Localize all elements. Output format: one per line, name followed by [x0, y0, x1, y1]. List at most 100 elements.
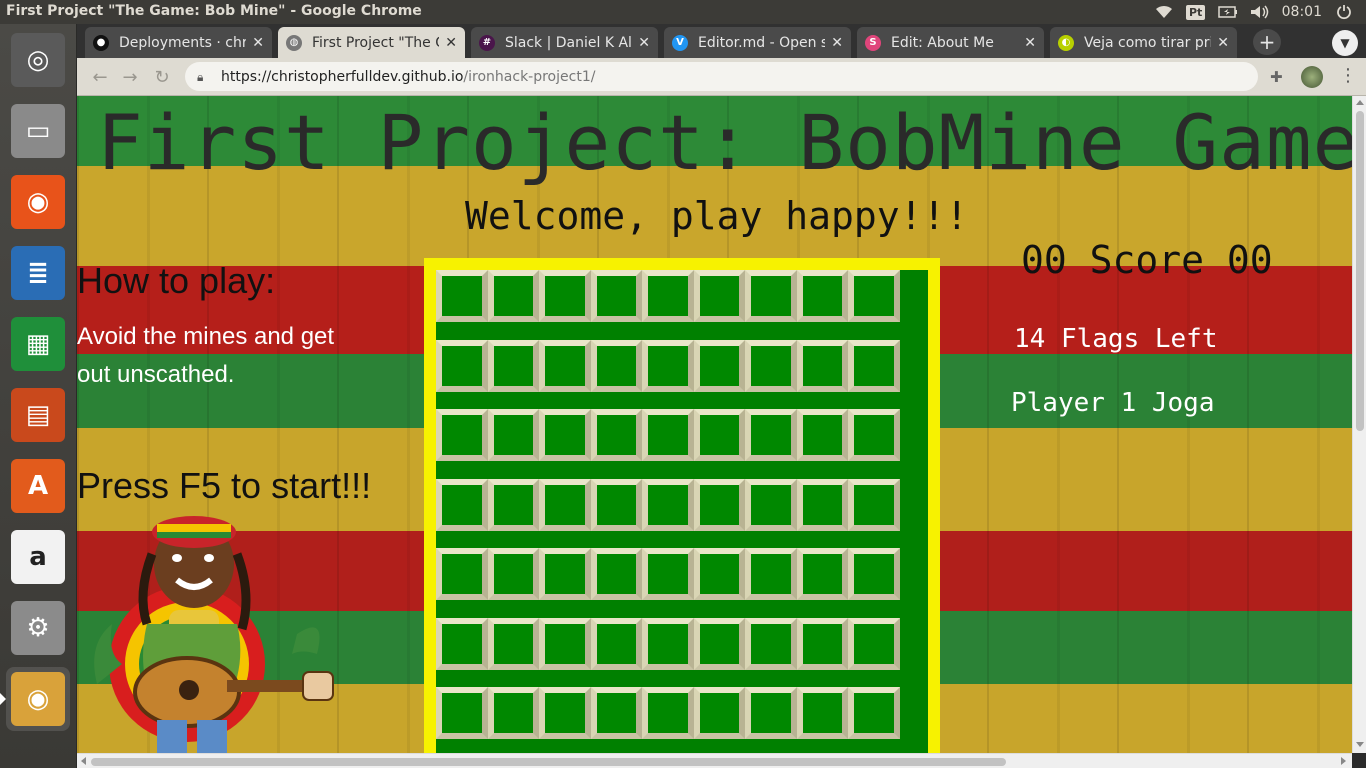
board-cell[interactable] [590, 478, 642, 531]
scroll-right-arrow-icon[interactable] [1341, 757, 1346, 765]
board-cell[interactable] [796, 617, 848, 670]
horizontal-scrollbar[interactable] [77, 753, 1352, 768]
scroll-down-arrow-icon[interactable] [1356, 742, 1364, 747]
profile-avatar[interactable] [1301, 66, 1323, 88]
board-cell[interactable] [745, 548, 797, 600]
board-cell[interactable] [745, 478, 797, 531]
keyboard-layout-indicator[interactable]: Pt [1185, 4, 1206, 20]
board-cell[interactable] [436, 339, 488, 392]
launcher-libreoffice-writer[interactable]: ≣ [6, 241, 70, 305]
board-cell[interactable] [745, 270, 797, 322]
board-cell[interactable] [796, 548, 848, 600]
board-cell[interactable] [436, 687, 488, 739]
reload-icon[interactable]: ↻ [151, 66, 173, 88]
back-arrow-icon[interactable]: ← [89, 66, 111, 88]
board-cell[interactable] [848, 339, 900, 392]
lock-icon[interactable]: 🔒︎ [197, 70, 209, 84]
launcher-amazon[interactable]: a [6, 525, 70, 589]
board-cell[interactable] [796, 270, 848, 322]
board-cell[interactable] [487, 409, 539, 461]
board-cell[interactable] [796, 687, 848, 739]
vertical-scrollbar[interactable] [1352, 96, 1366, 753]
board-cell[interactable] [693, 409, 745, 461]
board-cell[interactable] [642, 687, 694, 739]
battery-icon[interactable] [1217, 4, 1238, 20]
board-cell[interactable] [436, 478, 488, 531]
board-cell[interactable] [539, 548, 591, 600]
tab-close-icon[interactable]: ✕ [638, 35, 650, 51]
scroll-up-arrow-icon[interactable] [1356, 100, 1364, 105]
board-cell[interactable] [539, 617, 591, 670]
board-cell[interactable] [487, 548, 539, 600]
board-cell[interactable] [796, 409, 848, 461]
wifi-icon[interactable] [1154, 4, 1174, 20]
browser-tab[interactable]: S Edit: About Me ✕ [857, 27, 1044, 58]
board-cell[interactable] [745, 409, 797, 461]
launcher-system-settings[interactable]: ⚙ [6, 596, 70, 660]
browser-menu-icon[interactable]: ⋮ [1339, 65, 1357, 89]
board-cell[interactable] [642, 478, 694, 531]
board-cell[interactable] [590, 270, 642, 322]
board-cell[interactable] [436, 270, 488, 322]
board-cell[interactable] [539, 478, 591, 531]
launcher-ubuntu-software[interactable]: A [6, 454, 70, 518]
board-cell[interactable] [436, 409, 488, 461]
board-cell[interactable] [539, 409, 591, 461]
board-cell[interactable] [590, 687, 642, 739]
tab-close-icon[interactable]: ✕ [1217, 35, 1229, 51]
board-cell[interactable] [590, 339, 642, 392]
board-cell[interactable] [848, 548, 900, 600]
board-cell[interactable] [487, 270, 539, 322]
board-cell[interactable] [487, 478, 539, 531]
forward-arrow-icon[interactable]: → [119, 66, 141, 88]
board-cell[interactable] [590, 617, 642, 670]
board-cell[interactable] [642, 409, 694, 461]
board-cell[interactable] [848, 687, 900, 739]
board-cell[interactable] [590, 548, 642, 600]
address-bar[interactable]: 🔒︎ https://christopherfulldev.github.io /… [185, 62, 1258, 91]
extensions-puzzle-icon[interactable]: ✚ [1270, 68, 1288, 86]
volume-icon[interactable] [1250, 4, 1270, 20]
clock[interactable]: 08:01 [1282, 4, 1322, 20]
board-cell[interactable] [642, 339, 694, 392]
board-cell[interactable] [487, 617, 539, 670]
board-cell[interactable] [693, 339, 745, 392]
board-cell[interactable] [539, 270, 591, 322]
board-cell[interactable] [693, 548, 745, 600]
launcher-libreoffice-calc[interactable]: ▦ [6, 312, 70, 376]
tab-close-icon[interactable]: ✕ [831, 35, 843, 51]
power-icon[interactable] [1334, 4, 1354, 20]
board-cell[interactable] [848, 409, 900, 461]
browser-tab[interactable]: ● Deployments · chri ✕ [85, 27, 272, 58]
tab-close-icon[interactable]: ✕ [445, 35, 457, 51]
tab-close-icon[interactable]: ✕ [252, 35, 264, 51]
board-cell[interactable] [487, 687, 539, 739]
launcher-chrome[interactable]: ◉ [6, 667, 70, 731]
horizontal-scroll-thumb[interactable] [91, 758, 1006, 766]
board-cell[interactable] [642, 270, 694, 322]
board-cell[interactable] [745, 339, 797, 392]
board-cell[interactable] [539, 339, 591, 392]
board-cell[interactable] [693, 687, 745, 739]
board-cell[interactable] [436, 617, 488, 670]
tab-close-icon[interactable]: ✕ [1024, 35, 1036, 51]
board-cell[interactable] [796, 339, 848, 392]
board-cell[interactable] [642, 548, 694, 600]
board-cell[interactable] [693, 270, 745, 322]
board-cell[interactable] [693, 617, 745, 670]
browser-tab[interactable]: # Slack | Daniel K Alb ✕ [471, 27, 658, 58]
launcher-libreoffice-impress[interactable]: ▤ [6, 383, 70, 447]
board-cell[interactable] [590, 409, 642, 461]
board-cell[interactable] [487, 339, 539, 392]
scroll-left-arrow-icon[interactable] [81, 757, 86, 765]
new-tab-button[interactable]: + [1253, 29, 1281, 55]
board-cell[interactable] [796, 478, 848, 531]
board-cell[interactable] [745, 617, 797, 670]
board-cell[interactable] [848, 478, 900, 531]
launcher-firefox[interactable]: ◉ [6, 170, 70, 234]
board-cell[interactable] [848, 617, 900, 670]
tab-search-icon[interactable]: ▼ [1332, 30, 1358, 56]
vertical-scroll-thumb[interactable] [1356, 111, 1364, 431]
board-cell[interactable] [539, 687, 591, 739]
browser-tab[interactable]: ◐ Veja como tirar pri ✕ [1050, 27, 1237, 58]
